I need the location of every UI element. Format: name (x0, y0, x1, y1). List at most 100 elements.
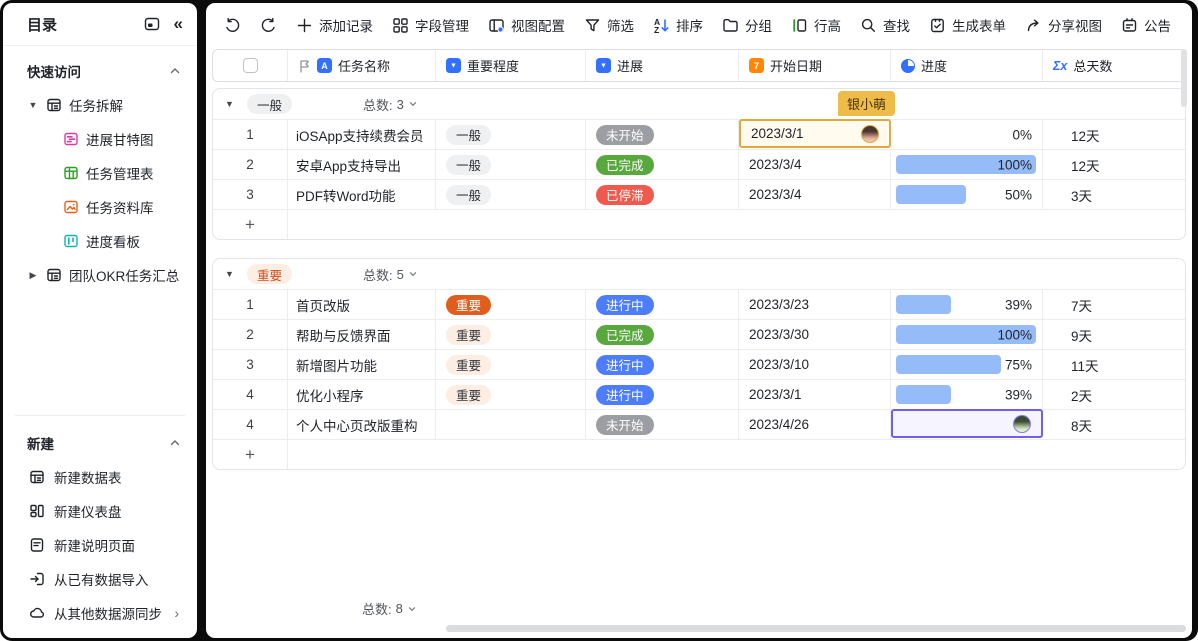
field-manage-button[interactable]: 字段管理 (392, 15, 469, 35)
date-cell-selected-by-collaborator[interactable]: 2023/3/1 (739, 119, 891, 148)
status-badge: 已停滞 (596, 185, 654, 205)
announcement-icon (1121, 17, 1138, 34)
sidebar-item-new-table[interactable]: 新建数据表 (3, 460, 197, 494)
sidebar-item-label: 任务拆解 (69, 95, 123, 115)
progress-cell-selected-by-collaborator[interactable] (891, 409, 1043, 438)
group-value-pill[interactable]: 一般 (247, 94, 292, 114)
sidebar-item-new-doc-page[interactable]: 新建说明页面 (3, 528, 197, 562)
sidebar-item-label: 进展甘特图 (86, 129, 154, 149)
column-header-task[interactable]: A 任务名称 (288, 50, 436, 81)
row-height-icon (791, 17, 808, 34)
group-count[interactable]: 总数:3 (363, 95, 418, 114)
single-select-icon: ▼ (446, 58, 461, 73)
undo-button[interactable] (224, 17, 241, 34)
table-row[interactable]: 3 PDF转Word功能 一般 已停滞 2023/3/4 50% 3天 (213, 179, 1185, 209)
create-section-header[interactable]: 新建 (3, 426, 197, 460)
column-header-start-date[interactable]: 7 开始日期 (739, 50, 891, 81)
sidebar-item-label: 进度看板 (86, 231, 140, 251)
app-window: 目录 « 快速访问 ▼ 任务拆解 进展甘特图 任务管理表 (0, 0, 1198, 641)
select-all-checkbox[interactable] (243, 58, 258, 73)
caret-right-icon[interactable]: ▶ (27, 270, 39, 281)
progress-cell[interactable]: 100% (891, 320, 1043, 349)
table-footer-count[interactable]: 总数:8 (362, 599, 417, 618)
sidebar-item-okr-summary[interactable]: ▶ 团队OKR任务汇总 (3, 258, 197, 292)
quick-access-section-header[interactable]: 快速访问 (3, 54, 197, 88)
table-row[interactable]: 3 新增图片功能 重要 进行中 2023/3/10 75% 11天 (213, 349, 1185, 379)
single-select-icon: ▼ (596, 58, 611, 73)
status-badge: 进行中 (596, 295, 654, 315)
table-row[interactable]: 1 iOSApp支持续费会员 一般 未开始 2023/3/1 0% 12天 (213, 119, 1185, 149)
sidebar-item-task-library[interactable]: 任务资料库 (3, 190, 197, 224)
sidebar-item-gantt[interactable]: 进展甘特图 (3, 122, 197, 156)
progress-cell[interactable]: 100% (891, 150, 1043, 179)
group-caret-down-icon[interactable]: ▼ (225, 269, 237, 279)
group-button[interactable]: 分组 (722, 15, 772, 35)
find-button[interactable]: 查找 (860, 15, 910, 35)
group-value-pill[interactable]: 重要 (247, 264, 292, 284)
sort-icon: AZ (653, 17, 670, 34)
status-badge: 已完成 (596, 325, 654, 345)
row-height-button[interactable]: 行高 (791, 15, 841, 35)
panel-toggle-icon[interactable] (144, 16, 160, 32)
status-badge: 进行中 (596, 355, 654, 375)
importance-badge: 重要 (446, 295, 491, 315)
group-count[interactable]: 总数:5 (363, 265, 418, 284)
column-header-total-days[interactable]: Σx 总天数 (1043, 50, 1185, 81)
progress-cell[interactable]: 39% (891, 290, 1043, 319)
add-row-button[interactable]: + (213, 209, 1185, 239)
chevron-up-icon[interactable] (169, 437, 181, 449)
page-icon (29, 537, 45, 553)
progress-cell[interactable]: 39% (891, 380, 1043, 409)
chevron-right-icon[interactable]: › (175, 606, 180, 621)
table-header: A 任务名称 ▼ 重要程度 ▼ 进展 7 开始日期 进度 Σx 总天数 (212, 49, 1186, 82)
progress-cell[interactable]: 75% (891, 350, 1043, 379)
filter-button[interactable]: 筛选 (584, 15, 634, 35)
progress-cell[interactable]: 0% (891, 120, 1043, 149)
sidebar-item-new-dashboard[interactable]: 新建仪表盘 (3, 494, 197, 528)
status-badge: 未开始 (596, 415, 654, 435)
toolbar: 添加记录 字段管理 视图配置 筛选 AZ 排序 分组 (206, 3, 1192, 47)
sidebar-item-task-table[interactable]: 任务管理表 (3, 156, 197, 190)
sidebar-item-label: 新建仪表盘 (54, 501, 122, 521)
column-header-importance[interactable]: ▼ 重要程度 (436, 50, 586, 81)
horizontal-scrollbar[interactable] (446, 625, 1186, 632)
sidebar-item-progress-board[interactable]: 进度看板 (3, 224, 197, 258)
formula-field-icon: Σx (1053, 59, 1067, 73)
chevron-up-icon[interactable] (169, 65, 181, 77)
column-header-progress[interactable]: 进度 (891, 50, 1043, 81)
add-row-button[interactable]: + (213, 439, 1185, 469)
caret-down-icon[interactable]: ▼ (27, 100, 39, 110)
status-badge: 进行中 (596, 385, 654, 405)
plus-icon[interactable]: + (213, 210, 288, 239)
generate-form-button[interactable]: 生成表单 (929, 15, 1006, 35)
table-row[interactable]: 2 帮助与反馈界面 重要 已完成 2023/3/30 100% 9天 (213, 319, 1185, 349)
sidebar-item-import-data[interactable]: 从已有数据导入 (3, 562, 197, 596)
announcement-button[interactable]: 公告 (1121, 15, 1171, 35)
sort-button[interactable]: AZ 排序 (653, 15, 703, 35)
text-field-icon: A (317, 58, 332, 73)
sidebar-item-label: 新建说明页面 (54, 535, 135, 555)
table-group-general: ▼ 一般 总数:3 1 iOSApp支持续费会员 一般 未开始 2023/3/1… (212, 88, 1186, 240)
sidebar-item-task-breakdown[interactable]: ▼ 任务拆解 (3, 88, 197, 122)
add-record-button[interactable]: 添加记录 (296, 15, 373, 35)
group-caret-down-icon[interactable]: ▼ (225, 99, 237, 109)
redo-button[interactable] (260, 17, 277, 34)
sidebar-item-sync-datasource[interactable]: 从其他数据源同步 › (3, 596, 197, 630)
table-row[interactable]: 4 优化小程序 重要 进行中 2023/3/1 39% 2天 (213, 379, 1185, 409)
table-row[interactable]: 4 个人中心页改版重构 未开始 2023/4/26 8天 (213, 409, 1185, 439)
importance-badge: 一般 (446, 155, 491, 175)
column-header-status[interactable]: ▼ 进展 (586, 50, 739, 81)
collapse-sidebar-icon[interactable]: « (174, 14, 183, 34)
vertical-scrollbar[interactable] (1181, 49, 1187, 107)
plus-icon[interactable]: + (213, 440, 288, 469)
view-config-button[interactable]: 视图配置 (488, 15, 565, 35)
importance-badge: 一般 (446, 125, 491, 145)
chevron-down-icon (408, 99, 418, 109)
table-row[interactable]: 1 首页改版 重要 进行中 2023/3/23 39% 7天 (213, 289, 1185, 319)
quick-access-label: 快速访问 (27, 61, 169, 81)
share-view-button[interactable]: 分享视图 (1025, 15, 1102, 35)
import-icon (29, 571, 45, 587)
table-row[interactable]: 2 安卓App支持导出 一般 已完成 2023/3/4 100% 12天 (213, 149, 1185, 179)
importance-badge: 重要 (446, 385, 491, 405)
progress-cell[interactable]: 50% (891, 180, 1043, 209)
